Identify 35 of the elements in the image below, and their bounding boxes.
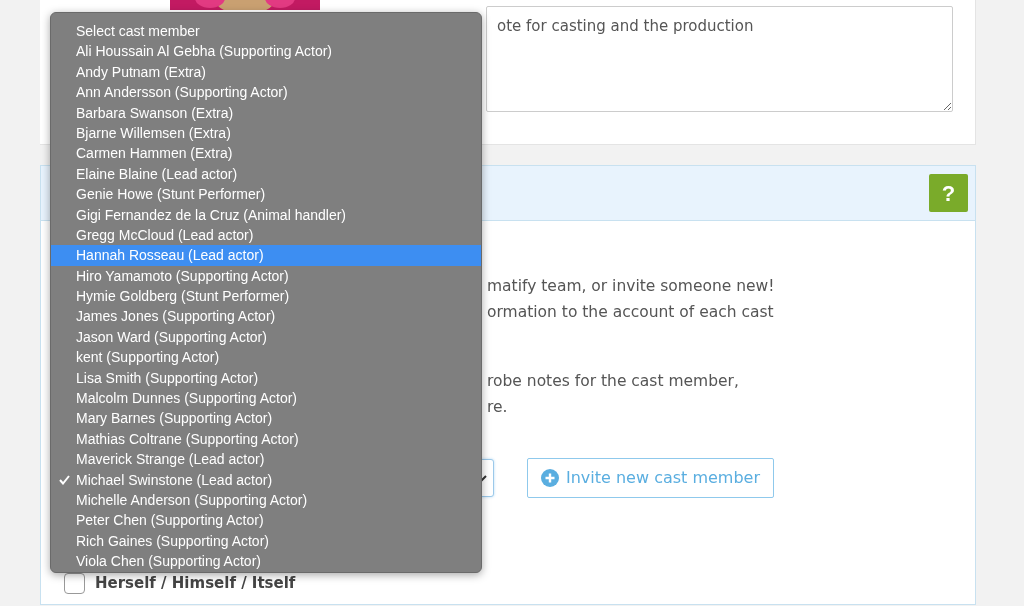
dropdown-option[interactable]: kent (Supporting Actor) — [51, 347, 481, 368]
dropdown-option[interactable]: Mathias Coltrane (Supporting Actor) — [51, 428, 481, 450]
notes-field[interactable]: ote for casting and the production — [486, 6, 953, 112]
dropdown-option[interactable]: Hiro Yamamoto (Supporting Actor) — [51, 265, 481, 287]
dropdown-option[interactable]: Bjarne Willemsen (Extra) — [51, 122, 481, 144]
invite-button[interactable]: Invite new cast member — [527, 458, 775, 498]
dropdown-option[interactable]: Select cast member — [51, 21, 481, 42]
help-button[interactable]: ? — [929, 174, 968, 212]
dropdown-option[interactable]: Rich Gaines (Supporting Actor) — [51, 530, 481, 552]
plus-icon — [541, 469, 559, 487]
dropdown-option[interactable]: Viola Chen (Supporting Actor) — [51, 551, 481, 572]
dropdown-option[interactable]: Andy Putnam (Extra) — [51, 61, 481, 83]
dropdown-option[interactable]: Hymie Goldberg (Stunt Performer) — [51, 286, 481, 307]
instructions-text: matify team, or invite someone new! ormation to the account of each cast — [487, 276, 776, 323]
checkbox-label: Herself / Himself / Itself — [95, 573, 296, 594]
dropdown-option[interactable]: Jason Ward (Supporting Actor) — [51, 326, 481, 348]
dropdown-option[interactable]: Peter Chen (Supporting Actor) — [51, 510, 481, 531]
dropdown-option[interactable]: Ann Andersson (Supporting Actor) — [51, 82, 481, 103]
dropdown-option[interactable]: Genie Howe (Stunt Performer) — [51, 184, 481, 205]
dropdown-option[interactable]: Lisa Smith (Supporting Actor) — [51, 367, 481, 389]
dropdown-option[interactable]: Malcolm Dunnes (Supporting Actor) — [51, 388, 481, 409]
dropdown-option[interactable]: Michelle Anderson (Supporting Actor) — [51, 490, 481, 511]
dropdown-option[interactable]: Mary Barnes (Supporting Actor) — [51, 408, 481, 429]
dropdown-option[interactable]: Gigi Fernandez de la Cruz (Animal handler) — [51, 204, 481, 225]
dropdown-option[interactable]: Maverick Strange (Lead actor) — [51, 449, 481, 470]
checkbox[interactable] — [64, 572, 85, 594]
dropdown-option[interactable]: Ali Houssain Al Gebha (Supporting Actor) — [51, 41, 481, 62]
dropdown-option[interactable]: Carmen Hammen (Extra) — [51, 143, 481, 164]
dropdown-option[interactable]: Barbara Swanson (Extra) — [51, 102, 481, 123]
dropdown-option[interactable]: James Jones (Supporting Actor) — [51, 306, 481, 327]
dropdown-option[interactable]: Hannah Rosseau (Lead actor) — [51, 245, 481, 266]
dropdown-option[interactable]: Elaine Blaine (Lead actor) — [51, 163, 481, 185]
instructions-text: robe notes for the cast member, re. — [487, 371, 740, 418]
dropdown-option[interactable]: Michael Swinstone (Lead actor) — [51, 469, 481, 490]
dropdown-option[interactable]: Gregg McCloud (Lead actor) — [51, 224, 481, 246]
